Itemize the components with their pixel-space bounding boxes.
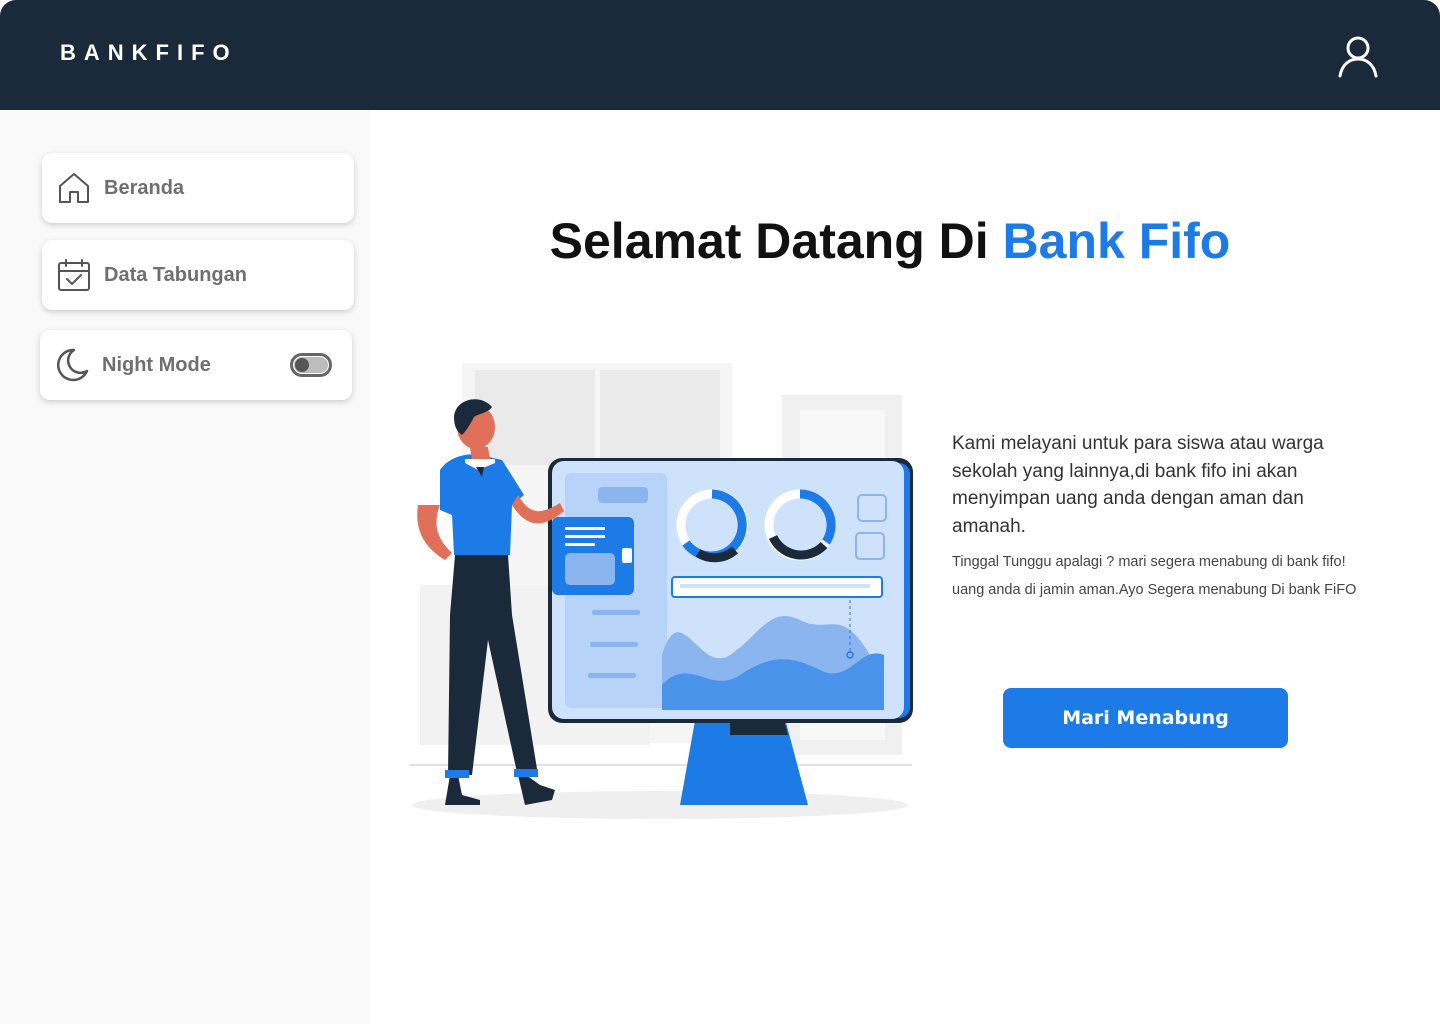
top-bar: BANKFIFO <box>0 0 1440 110</box>
home-icon <box>59 173 89 203</box>
mari-menabung-button[interactable]: Mari Menabung <box>1003 688 1288 748</box>
brand-logo: BANKFIFO <box>60 40 238 65</box>
description-text: Kami melayani untuk para siswa atau warg… <box>952 433 1324 537</box>
headline-prefix: Selamat Datang Di <box>549 213 1003 269</box>
page-title: Selamat Datang Di Bank Fifo <box>370 212 1410 270</box>
sidebar-item-beranda[interactable]: Beranda <box>42 153 354 223</box>
night-mode-label: Night Mode <box>102 354 211 376</box>
calendar-check-icon <box>58 259 90 291</box>
toggle-knob <box>295 358 309 372</box>
sidebar-item-data-tabungan[interactable]: Data Tabungan <box>42 240 354 310</box>
user-icon[interactable] <box>1334 32 1382 80</box>
night-mode-card: Night Mode <box>40 330 352 400</box>
description-subtext: Tinggal Tunggu apalagi ? mari segera men… <box>952 554 1357 598</box>
sidebar-item-label: Beranda <box>104 177 185 199</box>
man-presenting-dashboard-illustration <box>410 363 913 819</box>
moon-icon <box>57 348 89 382</box>
night-mode-toggle[interactable] <box>290 353 332 377</box>
sidebar-item-label: Data Tabungan <box>104 264 247 286</box>
headline-accent: Bank Fifo <box>1002 213 1231 269</box>
sidebar: Beranda Data Tabungan Night Mode <box>0 110 370 1024</box>
